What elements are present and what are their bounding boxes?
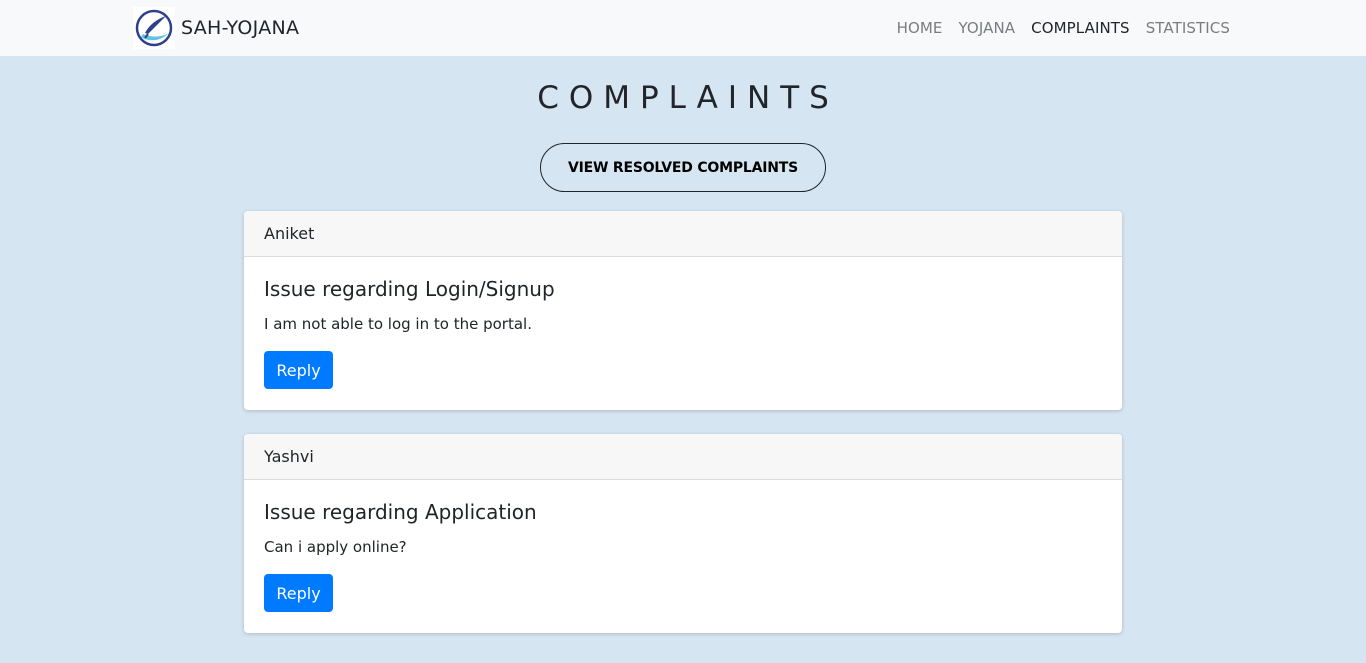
reply-button[interactable]: Reply [264,574,333,612]
complaint-title: Issue regarding Login/Signup [264,277,555,301]
complaint-card: Aniket Issue regarding Login/Signup I am… [244,211,1122,410]
complaint-user: Aniket [244,211,1122,257]
brand-name: SAH-YOJANA [181,17,300,39]
page-title: COMPLAINTS [537,80,839,116]
view-resolved-complaints-button[interactable]: VIEW RESOLVED COMPLAINTS [540,143,826,192]
nav-complaints[interactable]: COMPLAINTS [1031,19,1130,37]
logo-icon [133,7,175,49]
nav-home[interactable]: HOME [897,19,943,37]
complaint-title: Issue regarding Application [264,500,537,524]
nav-yojana[interactable]: YOJANA [958,19,1015,37]
reply-button[interactable]: Reply [264,351,333,389]
complaint-text: Can i apply online? [264,538,407,556]
nav-statistics[interactable]: STATISTICS [1146,19,1230,37]
complaint-card: Yashvi Issue regarding Application Can i… [244,434,1122,633]
brand-link[interactable]: SAH-YOJANA [133,7,299,49]
navbar: SAH-YOJANA HOME YOJANA COMPLAINTS STATIS… [0,0,1366,56]
complaint-user: Yashvi [244,434,1122,480]
complaint-text: I am not able to log in to the portal. [264,315,532,333]
nav-links: HOME YOJANA COMPLAINTS STATISTICS [881,0,1230,56]
